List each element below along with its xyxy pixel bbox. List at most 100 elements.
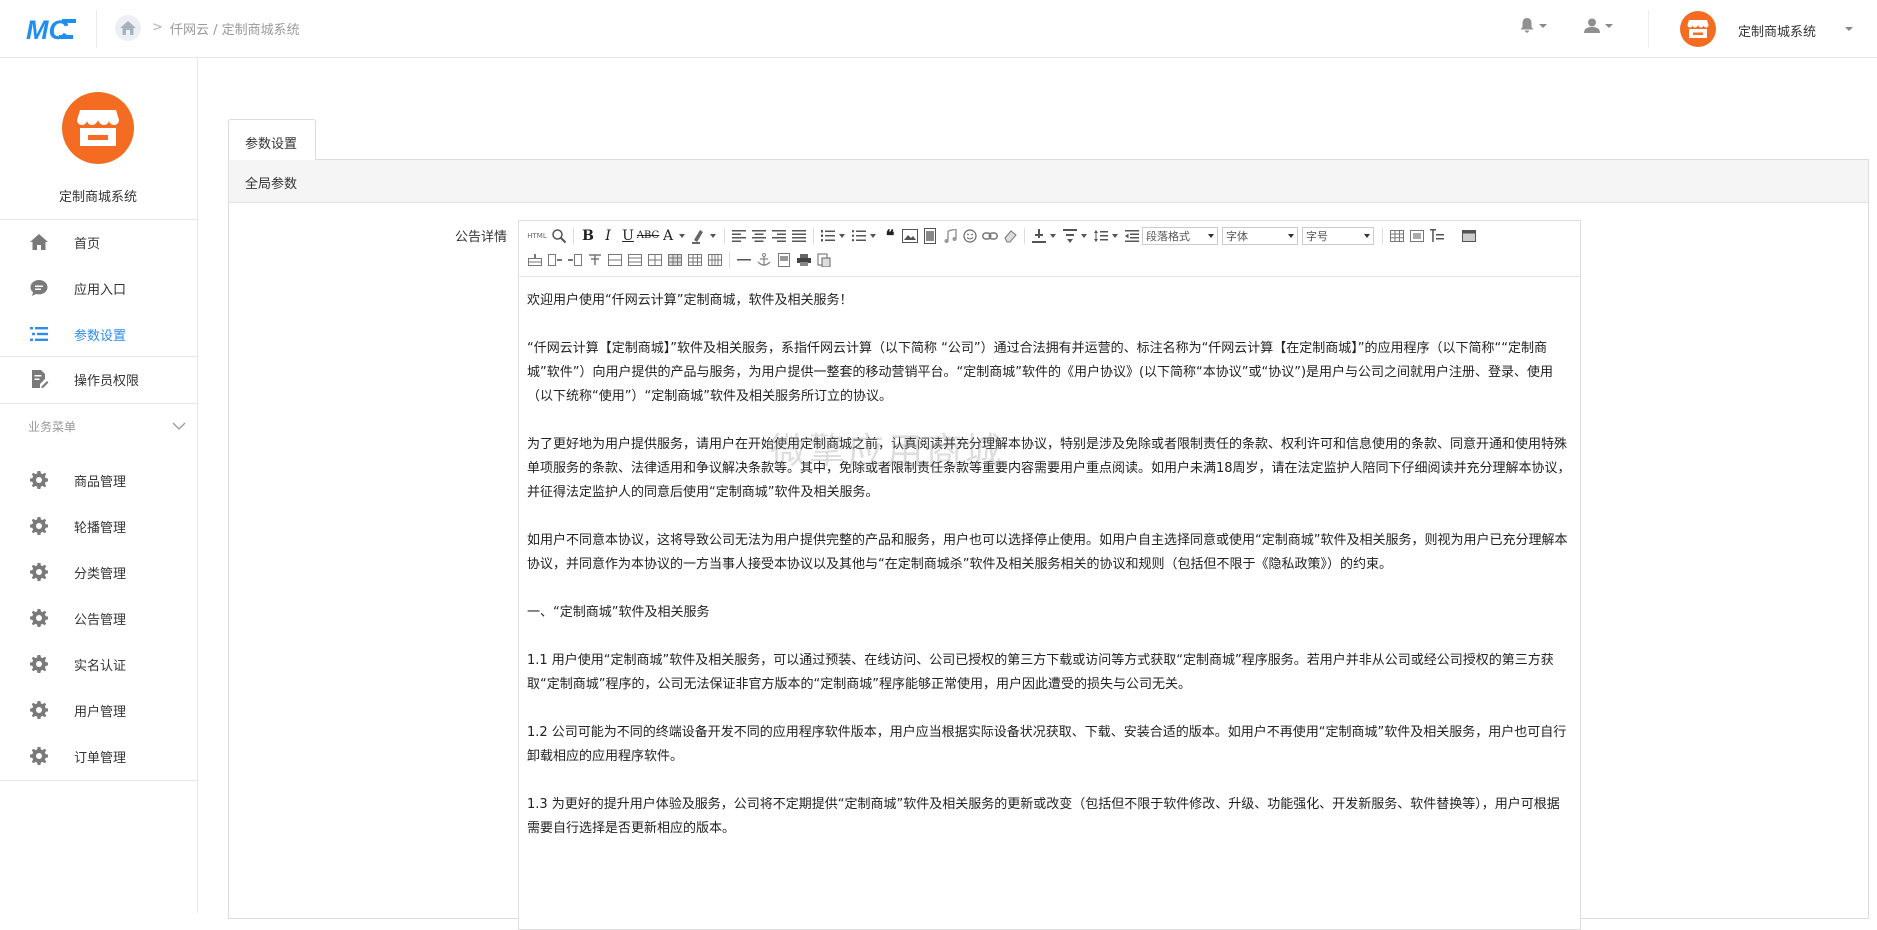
chevron-down-icon[interactable]: [1081, 234, 1087, 238]
sidebar-item-label: 实名认证: [74, 659, 127, 674]
blockquote-icon[interactable]: ❝: [880, 226, 900, 246]
home-icon[interactable]: [115, 15, 141, 41]
font-size-select[interactable]: 字号: [1302, 227, 1374, 245]
sidebar-item-goods[interactable]: 商品管理: [0, 458, 197, 502]
formula-icon[interactable]: [1427, 226, 1447, 246]
sidebar-item-label: 分类管理: [74, 567, 127, 582]
underline-icon[interactable]: U: [618, 226, 638, 246]
paste-icon[interactable]: [814, 250, 834, 270]
html-source-button[interactable]: HTML: [525, 226, 549, 246]
notification-menu[interactable]: [1520, 18, 1547, 33]
chevron-down-icon[interactable]: [1112, 234, 1118, 238]
highlight-icon[interactable]: [689, 226, 709, 246]
merge-right-icon[interactable]: [625, 250, 645, 270]
delete-table-icon[interactable]: [705, 250, 725, 270]
split-cell-icon[interactable]: [585, 250, 605, 270]
sidebar-item-settings[interactable]: 参数设置: [0, 312, 197, 356]
sidebar-item-operator-permissions[interactable]: 操作员权限: [0, 357, 197, 401]
align-justify-icon[interactable]: [789, 226, 809, 246]
insert-frame-icon[interactable]: [1407, 226, 1427, 246]
user-menu[interactable]: [1584, 18, 1613, 33]
emoji-icon[interactable]: [960, 226, 980, 246]
link-icon[interactable]: [980, 226, 1000, 246]
strikethrough-icon[interactable]: ABC: [637, 226, 659, 246]
eraser-icon[interactable]: [1000, 226, 1020, 246]
business-menu-header[interactable]: 业务菜单: [0, 410, 197, 444]
app-avatar[interactable]: [1680, 11, 1716, 47]
toolbar-divider: [729, 252, 730, 268]
sidebar-item-carousel[interactable]: 轮播管理: [0, 504, 197, 548]
outdent-icon[interactable]: [1122, 226, 1142, 246]
chevron-down-icon[interactable]: [839, 234, 845, 238]
sidebar-item-orders[interactable]: 订单管理: [0, 734, 197, 778]
gear-icon: [30, 747, 48, 765]
image-icon[interactable]: [900, 226, 920, 246]
ordered-list-icon[interactable]: [818, 226, 838, 246]
sidebar-item-users[interactable]: 用户管理: [0, 688, 197, 732]
sidebar-item-category[interactable]: 分类管理: [0, 550, 197, 594]
merge-cells-icon[interactable]: [605, 250, 625, 270]
brand-name: 定制商城系统: [58, 190, 137, 205]
split-cols-icon[interactable]: [685, 250, 705, 270]
chevron-down-icon[interactable]: [870, 234, 876, 238]
home-icon: [30, 234, 48, 250]
table-icon[interactable]: [1387, 226, 1407, 246]
bold-icon[interactable]: B: [578, 226, 598, 246]
content-paragraph: 如用户不同意本协议，这将导致公司无法为用户提供完整的产品和服务，用户也可以选择停…: [527, 533, 1568, 572]
sidebar-item-label: 参数设置: [74, 329, 127, 344]
indent-icon[interactable]: [1029, 226, 1049, 246]
horizontal-rule-icon[interactable]: [734, 250, 754, 270]
chevron-down-icon[interactable]: [1050, 234, 1056, 238]
mc-logo[interactable]: MC: [26, 14, 78, 44]
insert-col-icon[interactable]: [545, 250, 565, 270]
chevron-down-icon[interactable]: [679, 234, 685, 238]
html-label: HTML: [527, 232, 547, 240]
app-name[interactable]: 定制商城系统: [1738, 21, 1816, 40]
insert-row-icon[interactable]: [525, 250, 545, 270]
content-paragraph: 1.1 用户使用“定制商城”软件及相关服务，可以通过预装、在线访问、公司已授权的…: [527, 653, 1554, 692]
toolbar-divider: [813, 228, 814, 244]
topbar-divider: [1648, 10, 1649, 48]
gear-icon: [30, 563, 48, 581]
page-break-icon[interactable]: [774, 250, 794, 270]
print-icon[interactable]: [794, 250, 814, 270]
video-icon[interactable]: [920, 226, 940, 246]
anchor-icon[interactable]: [754, 250, 774, 270]
paragraph-format-select[interactable]: 段落格式: [1142, 227, 1218, 245]
align-right-icon[interactable]: [769, 226, 789, 246]
sidebar-item-home[interactable]: 首页: [0, 220, 197, 264]
toolbar-divider: [1024, 228, 1025, 244]
italic-icon[interactable]: I: [598, 226, 618, 246]
tab-settings[interactable]: 参数设置: [228, 119, 316, 160]
sidebar-item-announcement[interactable]: 公告管理: [0, 596, 197, 640]
sidebar-item-app-entry[interactable]: 应用入口: [0, 266, 197, 310]
music-icon[interactable]: [940, 226, 960, 246]
split-rows-icon[interactable]: [665, 250, 685, 270]
topbar-divider: [96, 10, 97, 48]
align-center-icon[interactable]: [749, 226, 769, 246]
font-family-select[interactable]: 字体: [1222, 227, 1298, 245]
breadcrumb[interactable]: 仟网云 / 定制商城系统: [170, 19, 300, 38]
unordered-list-icon[interactable]: [849, 226, 869, 246]
delete-col-icon[interactable]: [565, 250, 585, 270]
align-left-icon[interactable]: [729, 226, 749, 246]
merge-down-icon[interactable]: [645, 250, 665, 270]
preview-icon[interactable]: [549, 226, 569, 246]
paragraph-spacing-icon[interactable]: [1060, 226, 1080, 246]
editor-toolbar: HTML B I U ABC A ❝ 段落格式 字体 字号: [519, 221, 1580, 277]
sidebar-item-verification[interactable]: 实名认证: [0, 642, 197, 686]
chevron-down-icon[interactable]: [710, 234, 716, 238]
toolbar-divider: [1382, 228, 1383, 244]
rich-text-editor[interactable]: HTML B I U ABC A ❝ 段落格式 字体 字号 欢迎用户使用“仟网云…: [518, 220, 1581, 930]
user-icon: [1584, 18, 1600, 33]
fullscreen-icon[interactable]: [1459, 226, 1479, 246]
store-icon: [77, 110, 119, 146]
editor-content[interactable]: 欢迎用户使用“仟网云计算”定制商城，软件及相关服务！ “仟网云计算【定制商城】”…: [519, 277, 1580, 929]
font-color-icon[interactable]: A: [658, 226, 678, 246]
line-height-icon[interactable]: [1091, 226, 1111, 246]
chevron-down-icon[interactable]: [1845, 27, 1853, 31]
sidebar-item-label: 用户管理: [74, 705, 127, 720]
